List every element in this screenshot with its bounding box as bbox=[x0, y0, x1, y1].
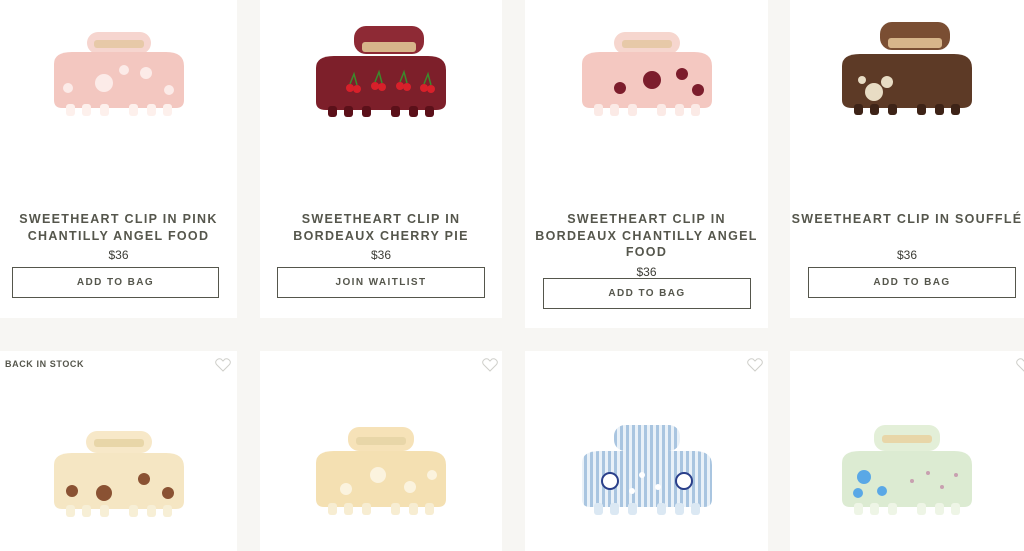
product-price: $36 bbox=[636, 265, 657, 279]
heart-icon[interactable] bbox=[215, 358, 231, 372]
product-image[interactable] bbox=[0, 28, 237, 118]
product-title[interactable]: SWEETHEART CLIP IN BORDEAUX CHANTILLY AN… bbox=[525, 211, 768, 261]
product-image[interactable] bbox=[0, 429, 237, 519]
hair-clip-souffle-image bbox=[842, 22, 972, 115]
hair-clip-bordeaux-cherry-image bbox=[316, 26, 446, 117]
product-card[interactable] bbox=[525, 351, 768, 551]
heart-icon[interactable] bbox=[747, 358, 763, 372]
add-to-bag-button[interactable]: ADD TO BAG bbox=[808, 267, 1016, 298]
product-card[interactable]: SWEETHEART CLIP IN SOUFFLÉ $36 ADD TO BA… bbox=[790, 0, 1024, 318]
product-price: $36 bbox=[108, 248, 129, 262]
product-title[interactable]: SWEETHEART CLIP IN SOUFFLÉ bbox=[790, 211, 1024, 228]
product-card[interactable] bbox=[790, 351, 1024, 551]
product-card[interactable] bbox=[260, 351, 502, 551]
product-image[interactable] bbox=[525, 30, 768, 116]
hair-clip-brown-flowers-image bbox=[53, 431, 184, 517]
heart-icon[interactable] bbox=[482, 358, 498, 372]
product-card[interactable]: SWEETHEART CLIP IN BORDEAUX CHANTILLY AN… bbox=[525, 0, 768, 328]
heart-icon[interactable] bbox=[1016, 358, 1024, 372]
hair-clip-cream-flowers-image bbox=[316, 427, 446, 515]
hair-clip-mint-flowers-image bbox=[842, 425, 972, 515]
add-to-bag-button[interactable]: ADD TO BAG bbox=[12, 267, 219, 298]
hair-clip-bordeaux-chantilly-image bbox=[581, 32, 712, 116]
product-title[interactable]: SWEETHEART CLIP IN PINK CHANTILLY ANGEL … bbox=[0, 211, 237, 244]
join-waitlist-button[interactable]: JOIN WAITLIST bbox=[277, 267, 485, 298]
add-to-bag-button[interactable]: ADD TO BAG bbox=[543, 278, 751, 309]
product-price: $36 bbox=[370, 248, 392, 262]
product-price: $36 bbox=[896, 248, 918, 262]
product-card[interactable]: SWEETHEART CLIP IN BORDEAUX CHERRY PIE $… bbox=[260, 0, 502, 318]
product-image[interactable] bbox=[525, 425, 768, 517]
product-title[interactable]: SWEETHEART CLIP IN BORDEAUX CHERRY PIE bbox=[260, 211, 502, 244]
back-in-stock-badge: BACK IN STOCK bbox=[5, 359, 85, 369]
product-card[interactable]: BACK IN STOCK bbox=[0, 351, 237, 551]
product-image[interactable] bbox=[790, 22, 1024, 116]
hair-clip-blue-stripe-image bbox=[581, 425, 712, 515]
product-image[interactable] bbox=[260, 427, 502, 517]
product-card[interactable]: SWEETHEART CLIP IN PINK CHANTILLY ANGEL … bbox=[0, 0, 237, 318]
hair-clip-pink-flowers-image bbox=[53, 32, 184, 116]
product-image[interactable] bbox=[260, 26, 502, 118]
product-image[interactable] bbox=[790, 425, 1024, 517]
